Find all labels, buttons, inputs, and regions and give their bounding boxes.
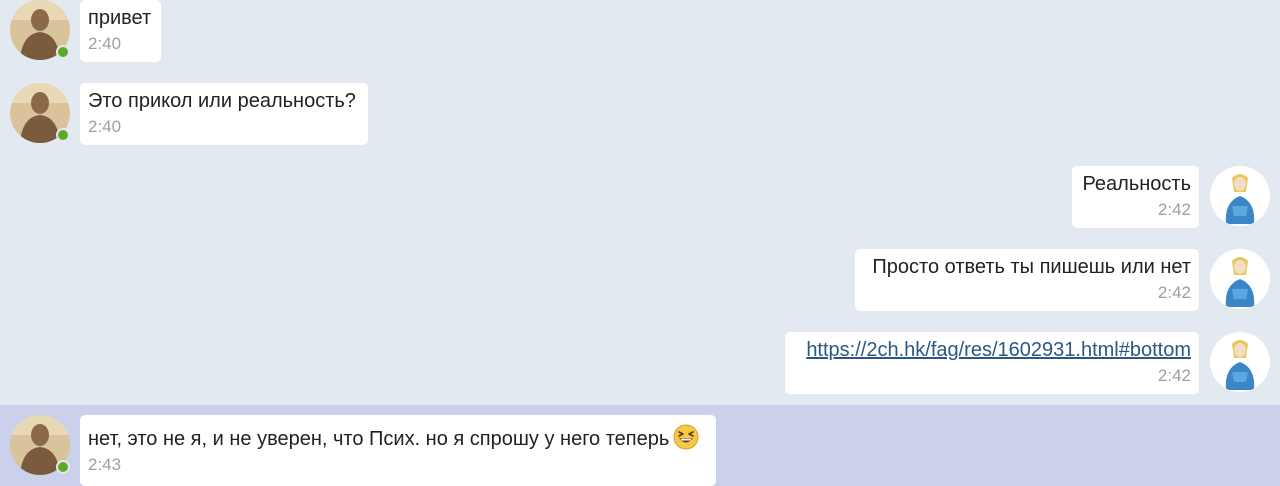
- message-time: 2:42: [1157, 200, 1191, 219]
- my-avatar[interactable]: [1210, 166, 1270, 226]
- message-time: 2:43: [88, 455, 122, 474]
- online-indicator-icon: [56, 45, 70, 59]
- message-link[interactable]: https://2ch.hk/fag/res/1602931.html#bott…: [806, 339, 1191, 361]
- message-time: 2:42: [1157, 366, 1191, 385]
- message-bubble[interactable]: привет 2:40: [80, 0, 161, 62]
- chat-history: привет 2:40 Это прикол или реальность? 2…: [0, 0, 1280, 486]
- message-text: нет, это не я, и не уверен, что Псих. но…: [88, 424, 708, 451]
- online-indicator-icon: [56, 460, 70, 474]
- message-bubble[interactable]: https://2ch.hk/fag/res/1602931.html#bott…: [785, 332, 1199, 394]
- my-avatar[interactable]: [1210, 332, 1270, 392]
- message-bubble[interactable]: нет, это не я, и не уверен, что Псих. но…: [80, 415, 716, 486]
- message-text: привет: [88, 7, 152, 29]
- message-text: Реальность: [1082, 173, 1191, 195]
- message-text: Это прикол или реальность?: [88, 90, 356, 112]
- grinning-squinting-face-emoji-icon: [673, 424, 699, 450]
- message-time: 2:40: [88, 117, 122, 136]
- message-text-content: нет, это не я, и не уверен, что Псих. но…: [88, 428, 670, 450]
- my-avatar[interactable]: [1210, 249, 1270, 309]
- message-time: 2:42: [1157, 283, 1191, 302]
- message-time: 2:40: [88, 34, 122, 53]
- message-text: https://2ch.hk/fag/res/1602931.html#bott…: [793, 338, 1191, 362]
- message-text: Просто ответь ты пишешь или нет: [872, 256, 1191, 278]
- message-bubble[interactable]: Реальность 2:42: [1072, 166, 1199, 228]
- online-indicator-icon: [56, 128, 70, 142]
- message-bubble[interactable]: Просто ответь ты пишешь или нет 2:42: [855, 249, 1199, 311]
- message-bubble[interactable]: Это прикол или реальность? 2:40: [80, 83, 368, 145]
